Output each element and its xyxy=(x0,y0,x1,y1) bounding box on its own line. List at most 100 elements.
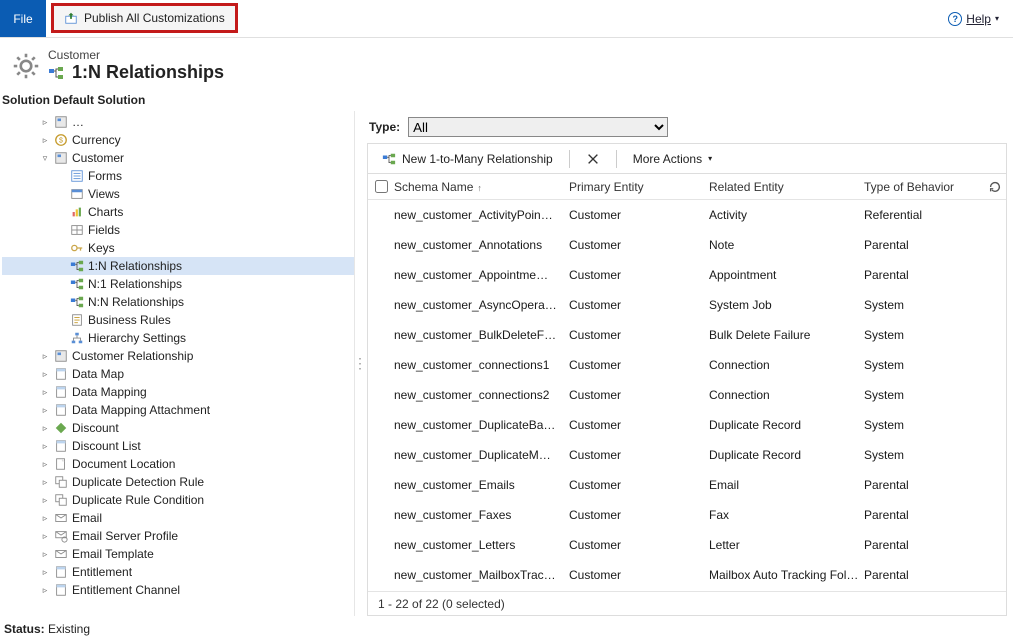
tree-item-label: Entitlement Channel xyxy=(72,583,180,597)
tree-item[interactable]: ▹Email Server Profile xyxy=(2,527,354,545)
column-header-related[interactable]: Related Entity xyxy=(709,180,864,194)
tree-expand-icon[interactable]: ▹ xyxy=(40,118,50,127)
table-row[interactable]: new_customer_MailboxTrac…CustomerMailbox… xyxy=(368,560,1006,590)
tree-item[interactable]: ▹Keys xyxy=(2,239,354,257)
tree-item-label: Duplicate Rule Condition xyxy=(72,493,204,507)
cell-related: Note xyxy=(709,238,864,252)
table-row[interactable]: new_customer_connections2CustomerConnect… xyxy=(368,380,1006,410)
cell-behavior: System xyxy=(864,298,984,312)
tree-item-label: Duplicate Detection Rule xyxy=(72,475,204,489)
tree-item[interactable]: ▹1:N Relationships xyxy=(2,257,354,275)
cell-related: Email xyxy=(709,478,864,492)
tree-expand-icon[interactable]: ▹ xyxy=(40,406,50,415)
file-menu-button[interactable]: File xyxy=(0,0,46,37)
tree-item[interactable]: ▹… xyxy=(2,113,354,131)
cell-behavior: Parental xyxy=(864,478,984,492)
tree-item-label: … xyxy=(72,115,84,129)
cell-behavior: System xyxy=(864,418,984,432)
tree-item[interactable]: ▹Email Template xyxy=(2,545,354,563)
page-title: 1:N Relationships xyxy=(72,62,224,83)
tree-item[interactable]: ▹ Entitlement Channel xyxy=(2,581,354,599)
publish-all-customizations-button[interactable]: Publish All Customizations xyxy=(51,3,238,33)
tree-item[interactable]: ▹Entitlement xyxy=(2,563,354,581)
tree-item[interactable]: ▹Charts xyxy=(2,203,354,221)
tree-item-label: N:N Relationships xyxy=(88,295,184,309)
tree-item[interactable]: ▹Data Mapping xyxy=(2,383,354,401)
tree-expand-icon[interactable]: ▹ xyxy=(40,514,50,523)
table-row[interactable]: new_customer_Appointme…CustomerAppointme… xyxy=(368,260,1006,290)
tree-expand-icon[interactable]: ▹ xyxy=(40,442,50,451)
grid-body[interactable]: new_customer_ActivityPoin…CustomerActivi… xyxy=(368,200,1006,591)
table-row[interactable]: new_customer_connections1CustomerConnect… xyxy=(368,350,1006,380)
tree-item-label: Charts xyxy=(88,205,123,219)
tree-item[interactable]: ▹Forms xyxy=(2,167,354,185)
tree-item[interactable]: ▹Discount List xyxy=(2,437,354,455)
column-header-behavior[interactable]: Type of Behavior xyxy=(864,180,984,194)
select-all-checkbox[interactable] xyxy=(368,177,394,196)
delete-icon xyxy=(586,152,600,166)
tree-item[interactable]: ▹ Discount xyxy=(2,419,354,437)
table-row[interactable]: new_customer_LettersCustomerLetterParent… xyxy=(368,530,1006,560)
more-actions-label: More Actions xyxy=(633,152,702,166)
tree-expand-icon[interactable]: ▹ xyxy=(40,586,50,595)
tree-item[interactable]: ▿Customer xyxy=(2,149,354,167)
tree-expand-icon[interactable]: ▹ xyxy=(40,424,50,433)
table-row[interactable]: new_customer_AsyncOpera…CustomerSystem J… xyxy=(368,290,1006,320)
table-row[interactable]: new_customer_BulkDeleteF…CustomerBulk De… xyxy=(368,320,1006,350)
cell-primary: Customer xyxy=(569,418,709,432)
tree-item[interactable]: ▹Email xyxy=(2,509,354,527)
data-icon xyxy=(54,385,68,399)
tree-item-label: Data Mapping Attachment xyxy=(72,403,210,417)
tree-item-label: 1:N Relationships xyxy=(88,259,182,273)
tree-expand-icon[interactable]: ▹ xyxy=(40,568,50,577)
tree-expand-icon[interactable]: ▹ xyxy=(40,496,50,505)
tree-expand-icon[interactable]: ▹ xyxy=(40,460,50,469)
tree-expand-icon[interactable]: ▹ xyxy=(40,532,50,541)
delete-button[interactable] xyxy=(580,150,606,168)
more-actions-button[interactable]: More Actions ▾ xyxy=(627,150,718,168)
table-row[interactable]: new_customer_DuplicateM…CustomerDuplicat… xyxy=(368,440,1006,470)
cell-schema: new_customer_Emails xyxy=(394,478,569,492)
tree-item[interactable]: ▹ Duplicate Rule Condition xyxy=(2,491,354,509)
tree-item[interactable]: ▹Data Map xyxy=(2,365,354,383)
tree-expand-icon[interactable]: ▹ xyxy=(40,370,50,379)
tree-item[interactable]: ▹Business Rules xyxy=(2,311,354,329)
column-header-primary[interactable]: Primary Entity xyxy=(569,180,709,194)
help-menu-button[interactable]: ? Help ▾ xyxy=(934,0,1013,37)
tree-item[interactable]: ▹N:N Relationships xyxy=(2,293,354,311)
tree-item[interactable]: ▹ Document Location xyxy=(2,455,354,473)
tree-item[interactable]: ▹Hierarchy Settings xyxy=(2,329,354,347)
table-row[interactable]: new_customer_FaxesCustomerFaxParental xyxy=(368,500,1006,530)
tree-expand-icon[interactable]: ▹ xyxy=(40,550,50,559)
new-relationship-button[interactable]: New 1-to-Many Relationship xyxy=(376,150,559,168)
table-row[interactable]: new_customer_ActivityPoin…CustomerActivi… xyxy=(368,200,1006,230)
tree-item[interactable]: ▹Views xyxy=(2,185,354,203)
doc-icon xyxy=(54,457,68,471)
tree-item[interactable]: ▹Currency xyxy=(2,131,354,149)
tree-item[interactable]: ▹Customer Relationship xyxy=(2,347,354,365)
tree-item[interactable]: ▹Fields xyxy=(2,221,354,239)
column-header-schema[interactable]: Schema Name↑ xyxy=(394,180,569,194)
tree-item-label: Document Location xyxy=(72,457,175,471)
type-filter-select[interactable]: All xyxy=(408,117,668,137)
table-row[interactable]: new_customer_DuplicateBa…CustomerDuplica… xyxy=(368,410,1006,440)
cell-related: Connection xyxy=(709,358,864,372)
tree-item[interactable]: ▹ Data Mapping Attachment xyxy=(2,401,354,419)
tree-expand-icon[interactable]: ▹ xyxy=(40,136,50,145)
tree-expand-icon[interactable]: ▿ xyxy=(40,154,50,163)
splitter-handle[interactable]: ⋮ xyxy=(355,111,365,616)
table-row[interactable]: new_customer_EmailsCustomerEmailParental xyxy=(368,470,1006,500)
table-row[interactable]: new_customer_AnnotationsCustomerNotePare… xyxy=(368,230,1006,260)
cell-primary: Customer xyxy=(569,358,709,372)
tree-expand-icon[interactable]: ▹ xyxy=(40,478,50,487)
entity-icon xyxy=(54,349,68,363)
view-icon xyxy=(70,187,84,201)
tree-item[interactable]: ▹ Duplicate Detection Rule xyxy=(2,473,354,491)
tree-item-label: Discount xyxy=(72,421,119,435)
tree-item[interactable]: ▹N:1 Relationships xyxy=(2,275,354,293)
cell-behavior: Parental xyxy=(864,268,984,282)
tree-expand-icon[interactable]: ▹ xyxy=(40,352,50,361)
tree-expand-icon[interactable]: ▹ xyxy=(40,388,50,397)
refresh-button[interactable] xyxy=(984,180,1006,194)
solution-tree[interactable]: ▹…▹Currency▿Customer▹Forms▹Views▹Charts▹… xyxy=(0,111,355,616)
